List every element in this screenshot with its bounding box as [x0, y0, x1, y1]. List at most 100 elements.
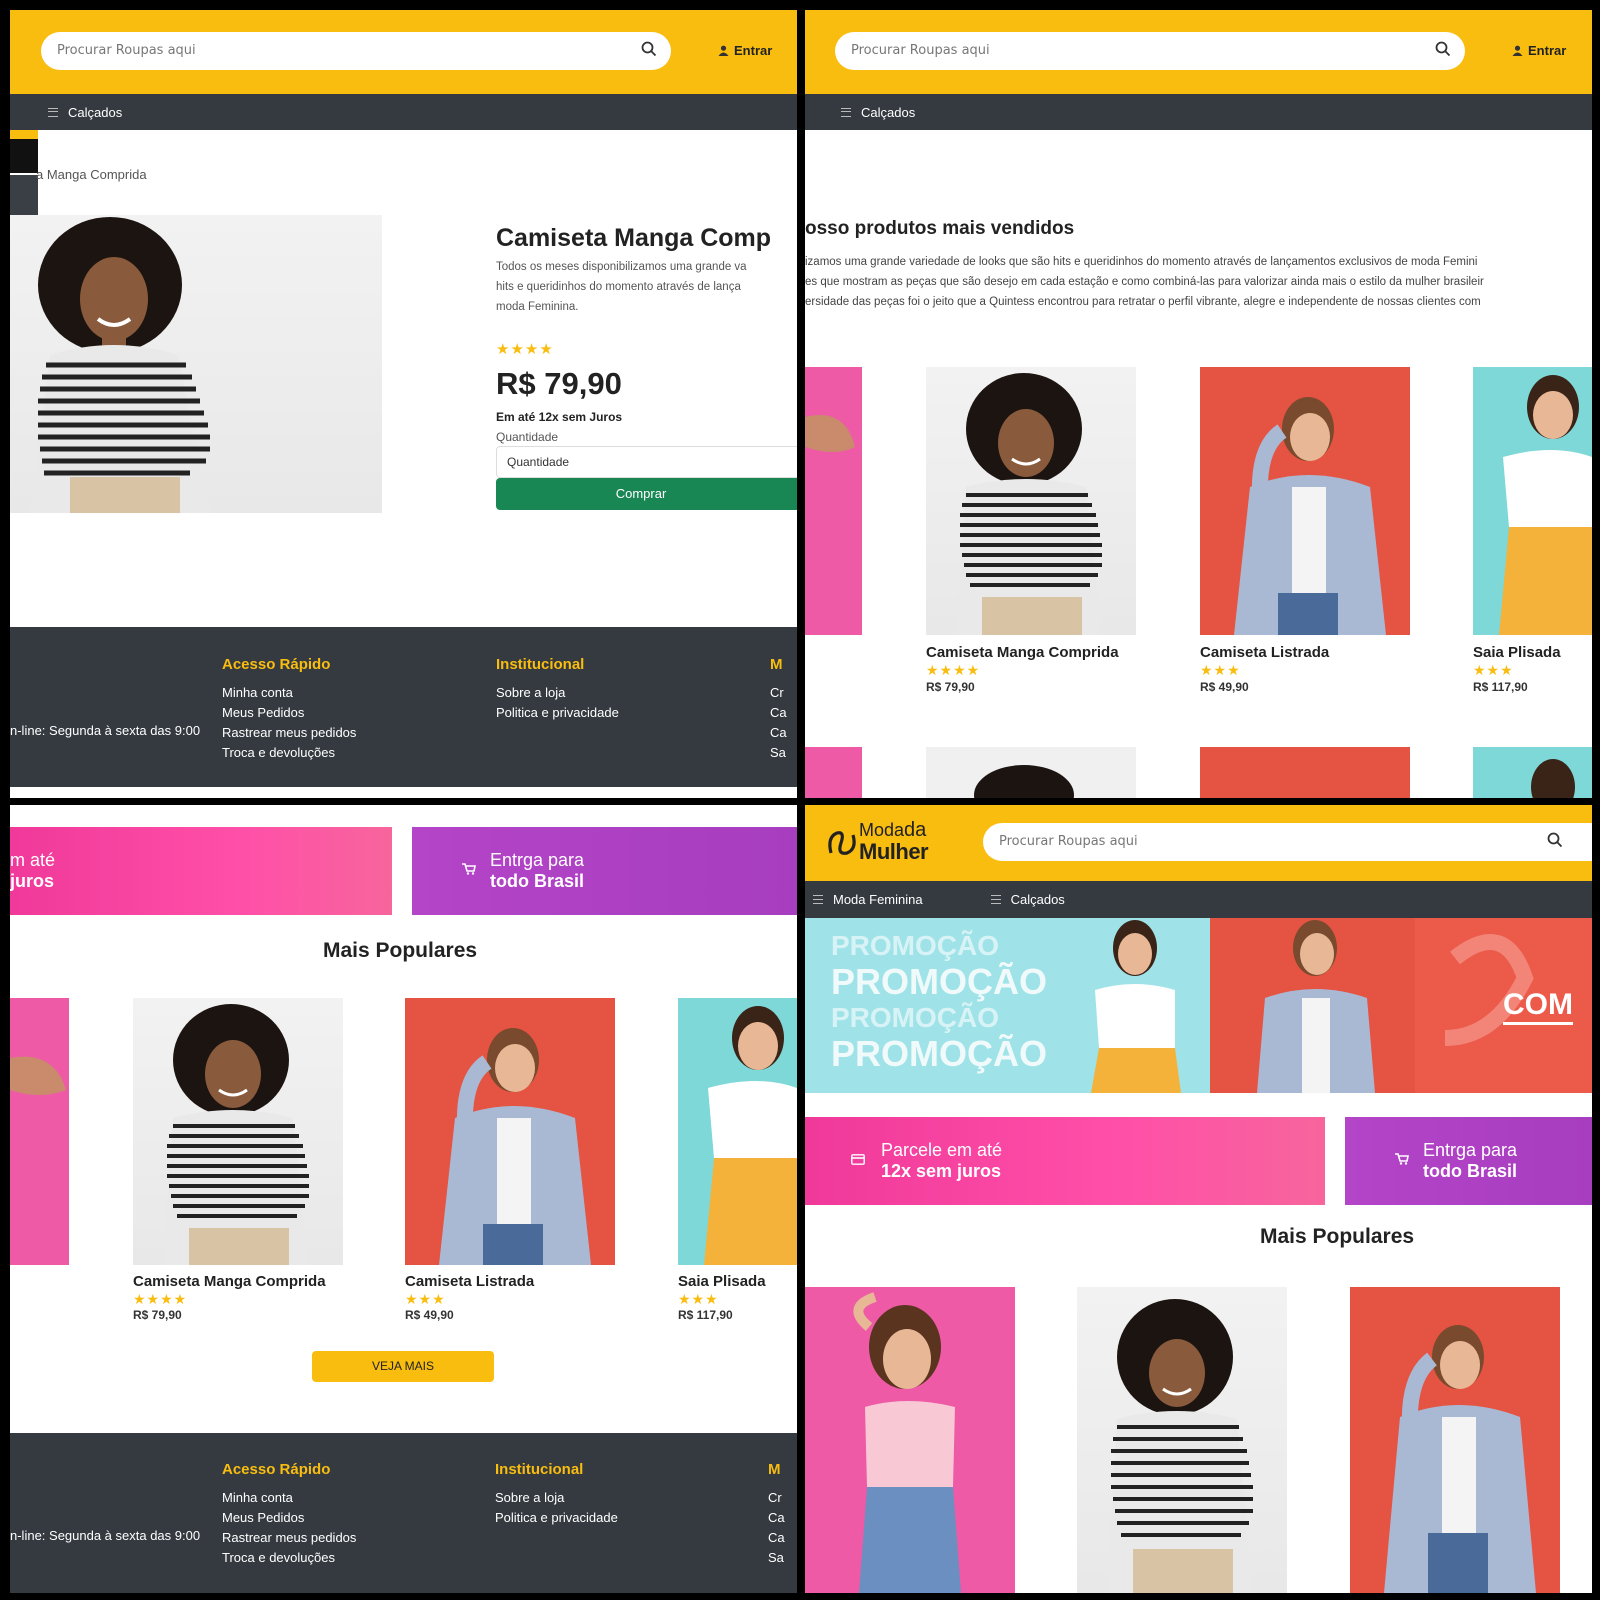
login-button[interactable]: Entrar — [718, 43, 772, 58]
search-input[interactable]: Procurar Roupas aqui — [41, 32, 671, 70]
product-rating: ★★★ — [1473, 662, 1514, 678]
product-image-partial[interactable] — [805, 747, 862, 798]
nav-item-moda-feminina[interactable]: Moda Feminina — [813, 892, 923, 907]
product-image-partial[interactable] — [1200, 747, 1410, 798]
footer-quick-title: Acesso Rápido — [222, 656, 331, 673]
nav-item-calcados[interactable]: Calçados — [990, 892, 1065, 907]
product-description: Todos os meses disponibilizamos uma gran… — [496, 261, 747, 313]
footer-quick-links: Acesso Rápido Minha conta Meus Pedidos R… — [222, 1460, 356, 1568]
product-price: R$ 79,90 — [496, 366, 622, 401]
cart-icon — [462, 862, 476, 880]
menu-icon — [813, 895, 823, 904]
popular-title: Mais Populares — [1260, 1225, 1415, 1248]
search-input[interactable]: Procurar Roupas aqui — [983, 823, 1592, 861]
product-image-partial[interactable] — [1473, 747, 1592, 798]
product-image[interactable] — [405, 998, 615, 1265]
login-button[interactable]: Entrar — [1512, 43, 1566, 58]
product-price: R$ 117,90 — [1473, 680, 1528, 694]
user-icon — [1512, 45, 1523, 56]
nav-item-calcados[interactable]: Calçados — [841, 105, 915, 120]
logo-mark-icon — [828, 831, 856, 855]
footer-link[interactable]: Rastrear meus pedidos — [222, 1528, 356, 1548]
footer-link[interactable]: Troca e devoluções — [222, 743, 356, 763]
product-image-partial[interactable] — [1473, 367, 1592, 635]
promo-hero-banner[interactable]: PROMOÇÃO PROMOÇÃO PROMOÇÃO PROMOÇÃO COM — [805, 918, 1592, 1093]
product-image[interactable] — [1077, 1287, 1287, 1593]
product-price: R$ 79,90 — [926, 680, 975, 694]
best-sellers-panel: Procurar Roupas aqui Entrar Calçados oss… — [805, 10, 1592, 798]
product-image[interactable] — [1350, 1287, 1560, 1593]
product-rating: ★★★★ — [926, 662, 981, 678]
cart-icon — [1395, 1152, 1409, 1170]
product-image-partial[interactable] — [10, 998, 69, 1265]
installments-text: Em até 12x sem Juros — [496, 410, 623, 424]
product-image-partial[interactable] — [926, 747, 1136, 798]
footer-link[interactable]: Sobre a loja — [495, 1488, 618, 1508]
product-image-partial[interactable] — [805, 367, 862, 635]
brand-logo[interactable]: Modada Mulher — [825, 819, 945, 867]
product-price: R$ 49,90 — [1200, 680, 1249, 694]
footer-link[interactable]: Politica e privacidade — [495, 1508, 618, 1528]
footer-inst-title: Institucional — [495, 1461, 584, 1478]
product-name[interactable]: Saia Plisada — [1473, 644, 1561, 661]
footer-link[interactable]: Meus Pedidos — [222, 703, 356, 723]
search-icon[interactable] — [641, 41, 657, 61]
product-page-panel: Procurar Roupas aqui Entrar Calçados a M… — [10, 10, 797, 798]
best-sellers-title: osso produtos mais vendidos — [805, 218, 1075, 239]
promo-cta[interactable]: COM — [1503, 988, 1573, 1025]
footer-link[interactable]: Meus Pedidos — [222, 1508, 356, 1528]
product-price: R$ 49,90 — [405, 1308, 454, 1322]
installments-banner: Parcele em até 12x sem juros — [805, 1117, 1325, 1205]
product-image[interactable] — [926, 367, 1136, 635]
footer-institutional: Institucional Sobre a loja Politica e pr… — [495, 1460, 618, 1528]
product-price: R$ 79,90 — [133, 1308, 182, 1322]
category-nav: Moda Feminina Calçados — [805, 881, 1592, 918]
footer-third-col: M Cr Ca Ca Sa — [768, 1461, 785, 1565]
product-price: R$ 117,90 — [678, 1308, 733, 1322]
product-title: Camiseta Manga Comp — [496, 224, 772, 252]
best-sellers-description: izamos uma grande variedade de looks que… — [805, 256, 1484, 308]
popular-title: Mais Populares — [323, 939, 478, 962]
footer-hours: n-line: Segunda à sexta das 9:00 — [10, 1528, 201, 1543]
footer-hours: n-line: Segunda à sexta das 9:00 — [10, 723, 201, 738]
product-rating: ★★★ — [678, 1291, 719, 1307]
product-name[interactable]: Camiseta Manga Comprida — [926, 644, 1119, 661]
footer-link[interactable]: Troca e devoluções — [222, 1548, 356, 1568]
footer-quick-title: Acesso Rápido — [222, 1461, 331, 1478]
see-more-button[interactable]: VEJA MAIS — [312, 1351, 494, 1382]
nav-item-calcados[interactable]: Calçados — [48, 105, 122, 120]
category-nav: Calçados — [10, 94, 797, 130]
shipping-banner: Entrga para todo Brasil — [1345, 1117, 1592, 1205]
search-icon[interactable] — [1547, 832, 1563, 852]
menu-icon — [990, 895, 1001, 904]
product-image[interactable] — [805, 1287, 1015, 1593]
product-image[interactable] — [1200, 367, 1410, 635]
footer-link[interactable]: Sobre a loja — [496, 683, 619, 703]
footer-link[interactable]: Rastrear meus pedidos — [222, 723, 356, 743]
user-icon — [718, 45, 729, 56]
quantity-field[interactable]: Quantidade — [496, 446, 797, 478]
search-icon[interactable] — [1435, 41, 1451, 61]
buy-button[interactable]: Comprar — [496, 478, 797, 510]
home-panel: Modada Mulher Procurar Roupas aqui Moda … — [805, 805, 1592, 1593]
search-input[interactable]: Procurar Roupas aqui — [835, 32, 1465, 70]
product-name[interactable]: Camiseta Listrada — [405, 1273, 534, 1290]
product-rating: ★★★★ — [496, 341, 554, 358]
product-name[interactable]: Saia Plisada — [678, 1273, 766, 1290]
footer-link[interactable]: Minha conta — [222, 1488, 356, 1508]
promo-models — [1091, 920, 1534, 1093]
menu-icon — [48, 107, 58, 117]
breadcrumb[interactable]: a Manga Comprida — [36, 167, 147, 182]
product-rating: ★★★★ — [133, 1291, 188, 1307]
footer-institutional: Institucional Sobre a loja Politica e pr… — [496, 655, 619, 723]
product-rating: ★★★ — [1200, 662, 1241, 678]
footer-link[interactable]: Minha conta — [222, 683, 356, 703]
product-name[interactable]: Camiseta Listrada — [1200, 644, 1329, 661]
footer-quick-links: Acesso Rápido Minha conta Meus Pedidos R… — [222, 655, 356, 763]
product-name[interactable]: Camiseta Manga Comprida — [133, 1273, 326, 1290]
product-image-partial[interactable] — [678, 998, 797, 1265]
menu-icon — [841, 107, 851, 117]
footer-link[interactable]: Politica e privacidade — [496, 703, 619, 723]
footer-third-col: M Cr Ca Ca Sa — [770, 656, 787, 760]
product-image[interactable] — [133, 998, 343, 1265]
